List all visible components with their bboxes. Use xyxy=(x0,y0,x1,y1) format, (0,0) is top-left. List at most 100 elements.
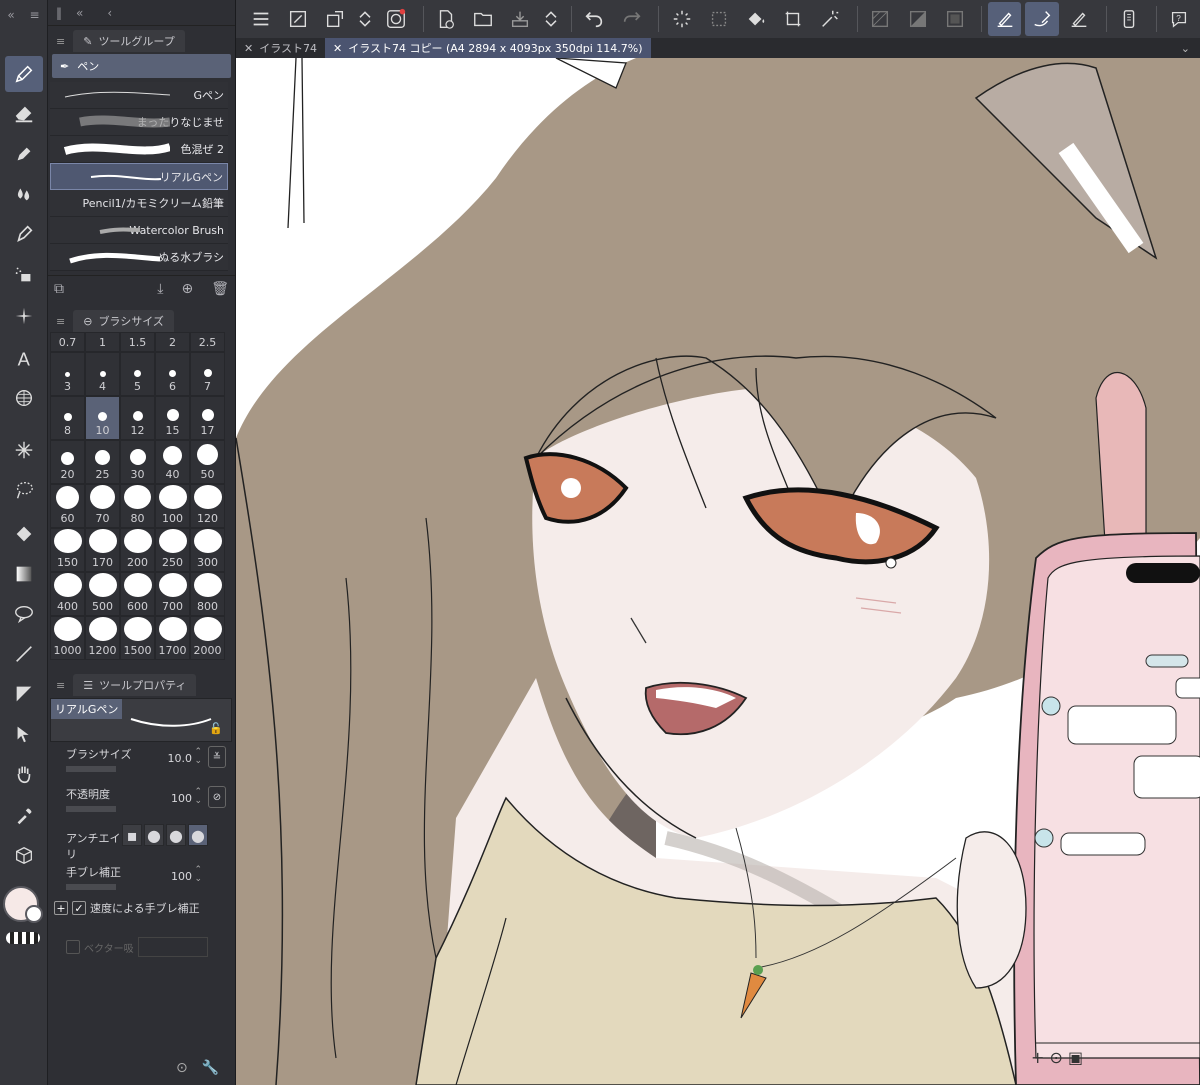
wrench-icon[interactable]: 🔧 xyxy=(202,1060,219,1076)
undo-button[interactable] xyxy=(578,2,611,36)
help-button[interactable]: ? xyxy=(1163,2,1196,36)
hand-tool-button[interactable] xyxy=(5,756,43,792)
save-button[interactable] xyxy=(504,2,537,36)
brush-size-option[interactable]: 500 xyxy=(85,572,120,616)
reference-layer-button[interactable] xyxy=(901,2,934,36)
ruler-tool-button[interactable] xyxy=(5,676,43,712)
updown-button-2[interactable] xyxy=(541,2,561,36)
brush-item-water[interactable]: ぬる水ブラシ xyxy=(50,244,228,271)
transparent-color-swatch[interactable] xyxy=(6,932,40,944)
transform-crop-button[interactable] xyxy=(777,2,810,36)
chevron-down-icon[interactable]: ⌄ xyxy=(1181,42,1190,55)
auto-select-button[interactable] xyxy=(814,2,847,36)
antialias-strong[interactable]: ● xyxy=(188,824,208,846)
brush-item-g-pen[interactable]: Gペン xyxy=(50,82,228,109)
brush-size-option[interactable]: 50 xyxy=(190,440,225,484)
stabilize-button[interactable] xyxy=(1025,2,1059,36)
brush-size-option[interactable]: 1700 xyxy=(155,616,190,660)
brush-size-option[interactable]: 1 xyxy=(85,332,120,352)
brush-size-slider[interactable] xyxy=(66,766,116,772)
line-tool-button[interactable] xyxy=(5,636,43,672)
tab-illust-74-copy[interactable]: ✕ イラスト74 コピー (A4 2894 x 4093px 350dpi 11… xyxy=(325,38,651,58)
opacity-row[interactable]: 不透明度 100 ⌃ ⌄ ⊘ xyxy=(66,786,226,812)
menu-icon[interactable]: ≡ xyxy=(56,679,65,692)
updown-button[interactable] xyxy=(355,2,375,36)
brush-size-option[interactable]: 60 xyxy=(50,484,85,528)
reset-icon[interactable]: ⊙ xyxy=(176,1060,188,1076)
brush-size-option[interactable]: 80 xyxy=(120,484,155,528)
brush-size-option[interactable]: 0.7 xyxy=(50,332,85,352)
pencil-tool-button[interactable] xyxy=(5,136,43,172)
brush-size-option[interactable]: 30 xyxy=(120,440,155,484)
fill-button[interactable] xyxy=(739,2,772,36)
brush-size-row[interactable]: ブラシサイズ 10.0 ⌃ ⌄ ≚ xyxy=(66,746,226,772)
fill-tool-button[interactable] xyxy=(5,516,43,552)
brush-size-option[interactable]: 12 xyxy=(120,396,155,440)
trash-icon[interactable]: 🗑 xyxy=(211,281,229,297)
companion-button[interactable] xyxy=(379,2,412,36)
redo-button[interactable] xyxy=(615,2,648,36)
gradient-tool-button[interactable] xyxy=(5,556,43,592)
lock-transparent-button[interactable] xyxy=(988,2,1022,36)
operation-tool-button[interactable] xyxy=(5,716,43,752)
eraser-tool-button[interactable] xyxy=(5,96,43,132)
menu-icon[interactable]: ≡ xyxy=(30,8,40,22)
stabilization-slider[interactable] xyxy=(66,884,116,890)
loading-button[interactable] xyxy=(665,2,698,36)
pen-tool-button[interactable] xyxy=(5,56,43,92)
brush-size-option[interactable]: 1.5 xyxy=(120,332,155,352)
back-icon[interactable]: ‹ xyxy=(107,6,112,20)
brush-size-option[interactable]: 5 xyxy=(120,352,155,396)
brush-item-watercolor[interactable]: Watercolor Brush xyxy=(50,217,228,244)
3d-tool-button[interactable] xyxy=(5,380,43,416)
brush-size-option[interactable]: 7 xyxy=(190,352,225,396)
fit-screen-button[interactable] xyxy=(281,2,314,36)
select-all-button[interactable] xyxy=(702,2,735,36)
text-tool-button[interactable]: A xyxy=(5,340,43,376)
brush-size-option[interactable]: 700 xyxy=(155,572,190,616)
import-icon[interactable]: ⤓ xyxy=(157,281,163,297)
lasso-tool-button[interactable] xyxy=(5,472,43,508)
tool-group-tab[interactable]: ✎ ツールグループ xyxy=(73,30,185,52)
opacity-slider[interactable] xyxy=(66,806,116,812)
tab-illust-74[interactable]: ✕ イラスト74 xyxy=(236,38,325,58)
panel-grip-icon[interactable]: ‖ xyxy=(56,6,62,20)
brush-size-option[interactable]: 6 xyxy=(155,352,190,396)
brush-size-option[interactable]: 10 xyxy=(85,396,120,440)
sparkle-tool-button[interactable] xyxy=(5,298,43,334)
pressure-toggle[interactable]: ≚ xyxy=(208,746,226,768)
device-button[interactable] xyxy=(1113,2,1146,36)
draft-layer-button[interactable] xyxy=(938,2,971,36)
brush-size-option[interactable]: 2000 xyxy=(190,616,225,660)
brush-size-option[interactable]: 40 xyxy=(155,440,190,484)
brush-tool-button[interactable] xyxy=(5,176,43,212)
settings-copy-icon[interactable]: ⧉ xyxy=(54,281,64,297)
brush-size-option[interactable]: 4 xyxy=(85,352,120,396)
antialias-weak[interactable]: ● xyxy=(144,824,164,846)
speed-stabilization-checkbox[interactable]: ✓ xyxy=(72,901,86,915)
brush-size-option[interactable]: 3 xyxy=(50,352,85,396)
brush-item-pencil[interactable]: Pencil1/カモミクリーム鉛筆 xyxy=(50,190,228,217)
stabilization-stepper[interactable]: ⌃ ⌄ xyxy=(194,866,202,884)
brush-size-option[interactable]: 1000 xyxy=(50,616,85,660)
balloon-tool-button[interactable] xyxy=(5,596,43,632)
brush-size-option[interactable]: 2 xyxy=(155,332,190,352)
collapse-icon[interactable]: « xyxy=(7,8,14,22)
brush-size-option[interactable]: 600 xyxy=(120,572,155,616)
brush-size-option[interactable]: 1500 xyxy=(120,616,155,660)
transform-button[interactable] xyxy=(318,2,351,36)
drawing-canvas[interactable]: + ⊙ ▣ xyxy=(236,58,1200,1085)
open-folder-button[interactable] xyxy=(467,2,500,36)
eyedropper-tool-button[interactable] xyxy=(5,798,43,834)
current-group-label[interactable]: ✒ ペン xyxy=(52,54,231,78)
brush-size-option[interactable]: 17 xyxy=(190,396,225,440)
speed-stabilization-row[interactable]: + ✓ 速度による手ブレ補正 xyxy=(54,900,200,916)
brush-size-option[interactable]: 15 xyxy=(155,396,190,440)
menu-button[interactable] xyxy=(244,2,277,36)
brush-size-option[interactable]: 8 xyxy=(50,396,85,440)
collapse-icon[interactable]: « xyxy=(76,6,83,20)
brush-item-real-g-pen[interactable]: リアルGペン xyxy=(50,163,228,190)
brush-item-color-mix[interactable]: 色混ぜ 2 xyxy=(50,136,228,163)
pen-settings-button[interactable] xyxy=(1063,2,1096,36)
opacity-toggle[interactable]: ⊘ xyxy=(208,786,226,808)
